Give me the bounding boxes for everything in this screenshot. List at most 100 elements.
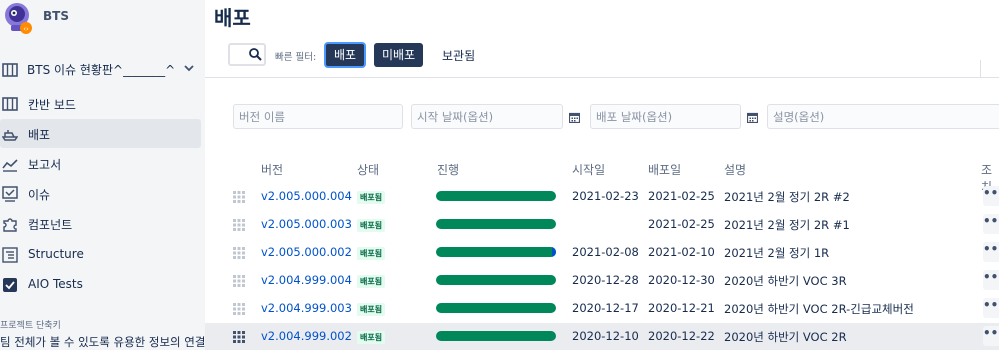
release-date: 2020-12-21	[648, 301, 715, 315]
sidebar-item-reports[interactable]: 보고서	[0, 149, 201, 178]
sidebar-item-structure[interactable]: Structure	[0, 240, 201, 269]
shortcuts-title: 프로젝트 단축키	[0, 321, 61, 331]
chart-icon	[2, 159, 18, 172]
sidebar-item-board[interactable]: 칸반 보드	[0, 89, 201, 118]
progress-bar[interactable]	[436, 219, 556, 229]
drag-handle-icon[interactable]	[233, 275, 245, 287]
description: 2021년 2월 정기 2R #1	[724, 218, 850, 232]
project-header[interactable]: ‹› BTS	[0, 0, 205, 40]
calendar-icon[interactable]	[747, 112, 758, 123]
version-link[interactable]: v2.005.000.003	[261, 217, 352, 231]
sidebar-item-label: AIO Tests	[28, 277, 83, 291]
project-name: BTS	[43, 9, 69, 23]
search-icon	[249, 48, 262, 61]
status-badge: 배포됨	[357, 303, 386, 316]
table-row[interactable]: v2.005.000.004 배포됨 2021-02-23 2021-02-25 202…	[205, 183, 999, 211]
sidebar-item-label: Structure	[28, 247, 84, 261]
release-date: 2020-12-30	[648, 273, 715, 287]
description: 2021년 2월 정기 2R #2	[724, 190, 850, 204]
progress-unreleased	[552, 247, 556, 257]
start-date: 2020-12-17	[572, 301, 639, 315]
project-avatar-icon: ‹›	[5, 3, 32, 34]
board-icon	[2, 63, 18, 77]
board-selector-label: BTS 이슈 현황판^_______^	[27, 63, 176, 77]
release-date-field[interactable]	[590, 104, 741, 129]
status-badge: 배포됨	[357, 331, 386, 344]
description: 2020년 하반기 VOC 3R	[724, 274, 847, 288]
issues-icon	[2, 186, 18, 202]
puzzle-icon	[3, 218, 17, 232]
calendar-icon[interactable]	[569, 112, 580, 123]
svg-text:‹›: ‹›	[23, 25, 29, 33]
sidebar-item-issues[interactable]: 이슈	[0, 179, 201, 208]
drag-handle-icon[interactable]	[233, 331, 245, 343]
status-badge: 배포됨	[357, 191, 386, 204]
drag-handle-icon[interactable]	[233, 191, 245, 203]
version-link[interactable]: v2.005.000.004	[261, 189, 352, 203]
release-date: 2021-02-25	[648, 189, 715, 203]
divider	[205, 77, 999, 78]
more-actions-button[interactable]: •••	[983, 270, 999, 290]
shortcuts-description[interactable]: 팀 전체가 볼 수 있도록 유용한 정보의 연결을	[0, 334, 216, 350]
more-actions-button[interactable]: •••	[983, 298, 999, 318]
sidebar-item-label: 보고서	[28, 158, 62, 172]
sidebar-item-releases[interactable]: 배포	[0, 119, 201, 148]
board-selector[interactable]: BTS 이슈 현황판^_______^	[0, 58, 205, 82]
sidebar-item-label: 칸반 보드	[28, 98, 76, 112]
start-date: 2020-12-28	[572, 273, 639, 287]
sidebar-item-aio-tests[interactable]: AIO Tests	[0, 270, 201, 299]
structure-icon	[2, 247, 18, 263]
column-header-progress[interactable]: 진행	[437, 161, 459, 178]
filter-released-button[interactable]: 배포	[325, 43, 366, 67]
progress-bar[interactable]	[436, 303, 556, 313]
page-title: 배포	[214, 6, 251, 30]
more-actions-button[interactable]: •••	[983, 214, 999, 234]
drag-handle-icon[interactable]	[233, 219, 245, 231]
progress-bar[interactable]	[436, 247, 556, 257]
start-date-field[interactable]	[411, 104, 563, 129]
table-row[interactable]: v2.004.999.004 배포됨 2020-12-28 2020-12-30 202…	[205, 267, 999, 295]
divider	[980, 60, 981, 78]
progress-bar[interactable]	[436, 191, 556, 201]
status-badge: 배포됨	[357, 275, 386, 288]
more-actions-button[interactable]: •••	[983, 242, 999, 262]
start-date: 2021-02-23	[572, 189, 639, 203]
start-date-input[interactable]	[412, 105, 562, 128]
quick-filter-label: 빠른 필터:	[275, 52, 317, 63]
description-field[interactable]	[767, 104, 999, 129]
version-name-field[interactable]	[233, 104, 403, 129]
column-header-status[interactable]: 상태	[357, 161, 379, 178]
sidebar: ‹› BTS BTS 이슈 현황판^_______^ 칸반 보드 배포 보고서 …	[0, 0, 216, 350]
drag-handle-icon[interactable]	[233, 303, 245, 315]
release-date: 2021-02-10	[648, 245, 715, 259]
description-input[interactable]	[768, 105, 999, 128]
sidebar-item-label: 배포	[28, 128, 51, 142]
version-link[interactable]: v2.004.999.002	[261, 329, 352, 343]
version-link[interactable]: v2.004.999.003	[261, 301, 352, 315]
more-actions-button[interactable]: •••	[983, 326, 999, 346]
filter-archived-button[interactable]: 보관됨	[442, 47, 475, 64]
table-row[interactable]: v2.004.999.003 배포됨 2020-12-17 2020-12-21 202…	[205, 295, 999, 323]
filter-unreleased-button[interactable]: 미배포	[374, 43, 424, 67]
table-row[interactable]: v2.004.999.002 배포됨 2020-12-10 2020-12-22 202…	[205, 323, 999, 350]
table-row[interactable]: v2.005.000.002 배포됨 2021-02-08 2021-02-10 202…	[205, 239, 999, 267]
column-header-version[interactable]: 버전	[261, 161, 283, 178]
progress-bar[interactable]	[436, 275, 556, 285]
sidebar-item-label: 컴포넌트	[28, 218, 73, 232]
release-date-input[interactable]	[591, 105, 740, 128]
column-header-release-date[interactable]: 배포일	[648, 161, 681, 178]
drag-handle-icon[interactable]	[233, 247, 245, 259]
version-link[interactable]: v2.004.999.004	[261, 273, 352, 287]
more-actions-button[interactable]: •••	[983, 186, 999, 206]
description: 2021년 2월 정기 1R	[724, 246, 830, 260]
sidebar-item-components[interactable]: 컴포넌트	[0, 209, 201, 238]
release-date: 2021-02-25	[648, 217, 715, 231]
search-input[interactable]	[228, 43, 266, 66]
table-row[interactable]: v2.005.000.003 배포됨 2021-02-25 2021년 2월 정기 2…	[205, 211, 999, 239]
checkbox-icon	[3, 278, 17, 292]
progress-bar[interactable]	[436, 331, 556, 341]
start-date: 2020-12-10	[572, 329, 639, 343]
version-name-input[interactable]	[234, 105, 402, 128]
version-link[interactable]: v2.005.000.002	[261, 245, 352, 259]
column-header-start-date[interactable]: 시작일	[572, 161, 605, 178]
